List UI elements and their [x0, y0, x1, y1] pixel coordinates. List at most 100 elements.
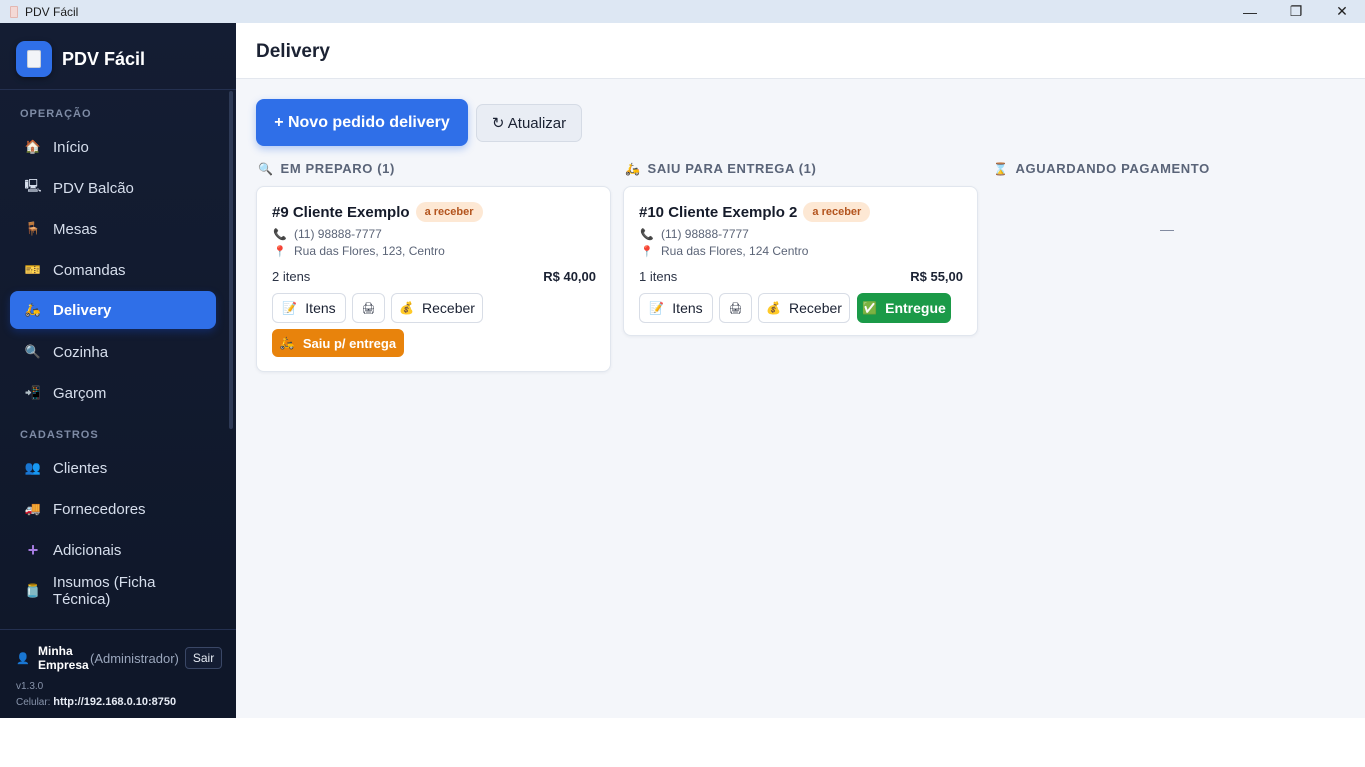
page-title: Delivery — [256, 41, 330, 62]
sidebar-item-fornecedores[interactable]: 🚚 Fornecedores — [10, 490, 216, 528]
receive-button[interactable]: 💰 Receber — [391, 293, 483, 323]
window-bottom-area — [0, 718, 1365, 767]
mobile-label: Celular: — [16, 697, 51, 708]
sidebar-footer: 👤 Minha Empresa (Administrador) Sair v1.… — [0, 629, 236, 718]
section-label-cadastros: CADASTROS — [20, 429, 99, 441]
mobile-access: Celular: http://192.168.0.10:8750 — [16, 696, 176, 708]
phone-number: (11) 98888-7777 — [661, 227, 749, 241]
sidebar-item-label: Cozinha — [53, 343, 109, 361]
sidebar-item-label: Mesas — [53, 220, 98, 238]
sidebar-item-cozinha[interactable]: 🔍 Cozinha — [10, 333, 216, 371]
hourglass-icon: ⌛ — [993, 161, 1009, 176]
sidebar-item-label: Comandas — [53, 261, 126, 279]
app-icon — [10, 5, 18, 18]
column-title: AGUARDANDO PAGAMENTO — [1015, 161, 1210, 176]
table-icon: 🪑 — [24, 221, 42, 236]
phone-line: 📞 (11) 98888-7777 — [273, 227, 382, 241]
magnifier-icon: 🔍 — [24, 344, 42, 359]
scooter-icon: 🛵 — [279, 336, 295, 350]
button-label: Receber — [789, 300, 842, 316]
column-header-saiu-para-entrega: 🛵 SAIU PARA ENTREGA (1) — [625, 161, 816, 176]
divider — [0, 89, 236, 90]
memo-icon: 📝 — [282, 301, 298, 315]
items-count: 2 itens — [272, 269, 311, 284]
ticket-icon: 🎫 — [24, 262, 42, 277]
phone-number: (11) 98888-7777 — [294, 227, 382, 241]
sidebar-item-delivery[interactable]: 🛵 Delivery — [10, 291, 216, 329]
truck-icon: 🚚 — [24, 501, 42, 516]
user-row: 👤 Minha Empresa (Administrador) Sair — [16, 644, 223, 672]
magnifier-icon: 🔍 — [258, 161, 274, 176]
sidebar-item-insumos[interactable]: 🫙 Insumos (Ficha Técnica) — [10, 572, 216, 610]
sidebar-item-inicio[interactable]: 🏠 Início — [10, 128, 216, 166]
sidebar-item-label: Delivery — [53, 301, 112, 319]
print-button[interactable]: 🖨 — [719, 293, 752, 323]
phone-line: 📞 (11) 98888-7777 — [640, 227, 749, 241]
print-icon: 🖨 — [728, 302, 743, 315]
order-title-row: #9 Cliente Exemplo a receber — [272, 202, 483, 222]
sidebar-item-comandas[interactable]: 🎫 Comandas — [10, 251, 216, 289]
address: Rua das Flores, 124 Centro — [661, 244, 809, 258]
waiter-icon: 📲 — [24, 385, 42, 400]
plus-icon: + — [27, 539, 39, 560]
sidebar-item-label: Garçom — [53, 384, 107, 402]
phone-icon: 📞 — [640, 228, 654, 241]
button-label: Saiu p/ entrega — [302, 335, 397, 351]
logo-icon — [16, 41, 52, 77]
sidebar-item-label: Adicionais — [53, 541, 122, 559]
phone-icon: 📞 — [273, 228, 287, 241]
button-label: Receber — [422, 300, 475, 316]
minimize-button[interactable]: — — [1227, 0, 1273, 23]
sidebar-item-label: Insumos (Ficha Técnica) — [52, 574, 156, 608]
memo-icon: 📝 — [649, 301, 665, 315]
order-card[interactable]: #10 Cliente Exemplo 2 a receber 📞 (11) 9… — [623, 186, 978, 336]
status-badge: a receber — [415, 202, 483, 222]
pin-icon: 📍 — [640, 245, 654, 258]
print-button[interactable]: 🖨 — [352, 293, 385, 323]
status-badge: a receber — [803, 202, 871, 222]
version-label: v1.3.0 — [16, 681, 44, 692]
sidebar-scrollbar[interactable] — [229, 91, 233, 429]
sidebar-item-garcom[interactable]: 📲 Garçom — [10, 374, 216, 412]
logout-button[interactable]: Sair — [184, 647, 223, 669]
sidebar-item-clientes[interactable]: 👥 Clientes — [10, 449, 216, 487]
pin-icon: 📍 — [273, 245, 287, 258]
button-label: Itens — [305, 300, 336, 316]
receive-button[interactable]: 💰 Receber — [758, 293, 850, 323]
scooter-icon: 🛵 — [24, 302, 42, 317]
sidebar-item-adicionais[interactable]: + Adicionais — [10, 531, 216, 569]
home-icon: 🏠 — [24, 139, 42, 154]
sidebar-item-label: Clientes — [53, 459, 108, 477]
money-bag-icon: 💰 — [399, 301, 415, 315]
order-title-row: #10 Cliente Exemplo 2 a receber — [639, 202, 871, 222]
section-label-operacao: OPERAÇÃO — [20, 108, 92, 120]
sidebar: PDV Fácil OPERAÇÃO 🏠 Início 🖳 PDV Balcão… — [0, 23, 236, 718]
button-label: Itens — [672, 300, 703, 316]
brand-name: PDV Fácil — [62, 48, 146, 69]
address: Rua das Flores, 123, Centro — [294, 244, 445, 258]
items-button[interactable]: 📝 Itens — [639, 293, 713, 323]
column-title: EM PREPARO (1) — [280, 161, 395, 176]
money-bag-icon: 💰 — [766, 301, 782, 315]
maximize-button[interactable]: ❐ — [1273, 0, 1319, 23]
order-title: #9 Cliente Exemplo — [272, 203, 410, 221]
jar-icon: 🫙 — [24, 583, 42, 598]
sidebar-item-label: PDV Balcão — [53, 179, 134, 197]
column-header-aguardando-pagamento: ⌛ AGUARDANDO PAGAMENTO — [993, 161, 1210, 176]
order-title: #10 Cliente Exemplo 2 — [639, 203, 798, 221]
refresh-button[interactable]: ↻ Atualizar — [476, 104, 582, 142]
sidebar-item-mesas[interactable]: 🪑 Mesas — [10, 210, 216, 248]
order-card[interactable]: #9 Cliente Exemplo a receber 📞 (11) 9888… — [256, 186, 611, 372]
cash-register-icon: 🖳 — [24, 178, 42, 193]
items-count: 1 itens — [639, 269, 678, 284]
address-line: 📍 Rua das Flores, 124 Centro — [640, 244, 808, 258]
new-delivery-order-button[interactable]: + Novo pedido delivery — [256, 99, 468, 146]
items-button[interactable]: 📝 Itens — [272, 293, 346, 323]
mobile-url[interactable]: http://192.168.0.10:8750 — [53, 696, 176, 708]
brand: PDV Fácil — [16, 41, 145, 77]
dispatch-button[interactable]: 🛵 Saiu p/ entrega — [272, 329, 404, 357]
order-total: R$ 40,00 — [543, 269, 596, 284]
delivered-button[interactable]: ✅ Entregue — [857, 293, 951, 323]
sidebar-item-pdv-balcao[interactable]: 🖳 PDV Balcão — [10, 169, 216, 207]
close-button[interactable]: ✕ — [1319, 0, 1365, 23]
